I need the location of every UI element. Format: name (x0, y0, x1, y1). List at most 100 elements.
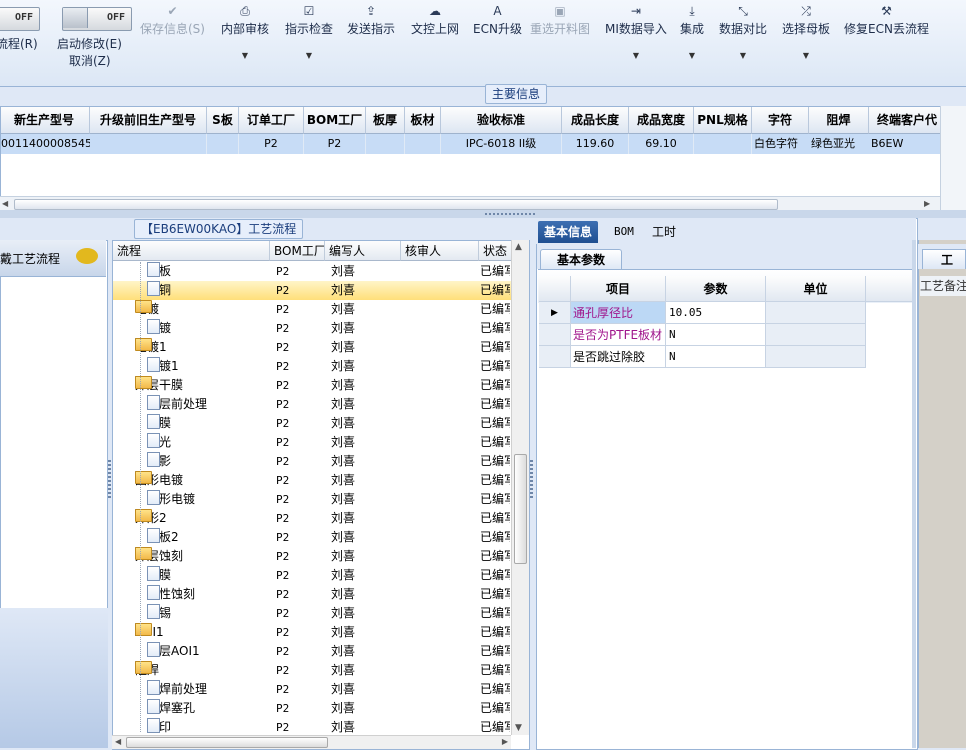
dropdown-arrow-icon[interactable]: ▼ (719, 51, 767, 60)
tree-row[interactable]: 贴膜 P2 刘喜 已编写 (113, 414, 511, 433)
dropdown-arrow-icon[interactable]: ▼ (782, 51, 830, 60)
tree-row[interactable]: 图形电镀 P2 刘喜 已编写 (113, 490, 511, 509)
tree-row[interactable]: −AOI1 P2 刘喜 已编写 (113, 623, 511, 642)
tree-row[interactable]: 退锡 P2 刘喜 已编写 (113, 604, 511, 623)
tree-node-name[interactable]: −外层蚀刻 (135, 547, 268, 566)
main-cell[interactable]: 白色字符 (752, 134, 811, 154)
param-unit-cell[interactable] (766, 346, 866, 368)
main-col-header[interactable]: 成品长度 (562, 107, 629, 134)
scroll-right-arrow-icon[interactable]: ▶ (924, 199, 934, 209)
scroll-up-arrow-icon[interactable]: ▲ (515, 242, 522, 252)
tree-row[interactable]: 板镀 P2 刘喜 已编写 (113, 319, 511, 338)
tree-node-name[interactable]: −AOI1 (135, 623, 268, 642)
tree-vertical-scrollbar[interactable]: ▲ ▼ (511, 240, 529, 735)
tree-node-name[interactable]: 曝光 (147, 433, 268, 452)
left-splitter-grip-icon[interactable] (108, 460, 111, 500)
main-col-header[interactable]: 验收标准 (441, 107, 562, 134)
tree-row[interactable]: 板镀1 P2 刘喜 已编写 (113, 357, 511, 376)
tree-scroll-right-icon[interactable]: ▶ (502, 737, 508, 746)
tree-node-name[interactable]: 外层前处理 (147, 395, 268, 414)
toolbar-button-10[interactable]: ⤡ 数据对比 ▼ (719, 2, 767, 60)
dropdown-arrow-icon[interactable]: ▼ (221, 51, 269, 60)
toolbar-button-2[interactable]: ⎙ 内部审核 ▼ (221, 2, 269, 60)
param-col-header[interactable]: 单位 (766, 276, 866, 302)
tree-node-name[interactable]: −外形2 (135, 509, 268, 528)
toolbar-button-4[interactable]: ⇪ 发送指示 (347, 2, 395, 37)
cancel-button[interactable]: 取消(Z) (69, 52, 111, 69)
tree-node-name[interactable]: 阻焊前处理 (147, 680, 268, 699)
start-edit-button[interactable]: 启动修改(E) (57, 35, 122, 52)
tree-horizontal-scrollbar[interactable]: ◀ ▶ (112, 735, 511, 749)
tree-row[interactable]: 外层AOI1 P2 刘喜 已编写 (113, 642, 511, 661)
tree-node-name[interactable]: 铣板2 (147, 528, 268, 547)
main-cell[interactable]: 0011400008545 (1, 134, 92, 154)
tree-node-name[interactable]: 贴膜 (147, 414, 268, 433)
main-col-header[interactable]: 成品宽度 (629, 107, 694, 134)
toolbar-button-6[interactable]: A ECN升级 (473, 2, 522, 37)
param-item-cell[interactable]: 是否为PTFE板材 (571, 324, 666, 346)
tree-col-header[interactable]: BOM工厂 (270, 241, 325, 261)
tree-node-name[interactable]: −图形电镀 (135, 471, 268, 490)
scroll-down-arrow-icon[interactable]: ▼ (515, 723, 522, 733)
tree-row[interactable]: 碱性蚀刻 P2 刘喜 已编写 (113, 585, 511, 604)
tree-node-name[interactable]: 烘板 (147, 262, 268, 281)
tree-node-name[interactable]: 退锡 (147, 604, 268, 623)
param-unit-cell[interactable] (766, 324, 866, 346)
toolbar-button-5[interactable]: ☁ 文控上网 (411, 2, 459, 37)
tab-basic-params[interactable]: 基本参数 (540, 249, 623, 270)
scroll-left-arrow-icon[interactable]: ◀ (2, 199, 12, 209)
main-col-header[interactable]: 板材 (405, 107, 441, 134)
param-value-cell[interactable]: N (666, 324, 766, 346)
main-cell[interactable]: P2 (304, 134, 366, 154)
main-cell[interactable] (207, 134, 239, 154)
tree-node-name[interactable]: 外层AOI1 (147, 642, 268, 661)
param-col-header[interactable] (866, 276, 914, 302)
toggle-switch-1[interactable]: OFF (0, 7, 40, 31)
main-col-header[interactable]: 板厚 (366, 107, 405, 134)
tree-node-name[interactable]: −阻焊 (135, 661, 268, 680)
main-col-header[interactable]: PNL规格 (694, 107, 752, 134)
tree-row[interactable]: −阻焊 P2 刘喜 已编写 (113, 661, 511, 680)
tree-node-name[interactable]: −外层干膜 (135, 376, 268, 395)
main-cell[interactable]: 绿色亚光 (809, 134, 871, 154)
main-col-header[interactable]: 新生产型号 (1, 107, 90, 134)
param-item-cell[interactable]: 是否跳过除胶 (571, 346, 666, 368)
main-col-header[interactable]: 订单工厂 (239, 107, 304, 134)
tree-node-name[interactable]: 沉铜 (147, 281, 268, 300)
main-col-header[interactable]: 字符 (752, 107, 809, 134)
toolbar-button-7[interactable]: ▣ 重选开料图 (530, 2, 590, 37)
dropdown-arrow-icon[interactable]: ▼ (680, 51, 704, 60)
horizontal-splitter[interactable] (0, 210, 966, 218)
tree-node-name[interactable]: 显影 (147, 452, 268, 471)
tree-row[interactable]: 退膜 P2 刘喜 已编写 (113, 566, 511, 585)
tree-row[interactable]: −外层蚀刻 P2 刘喜 已编写 (113, 547, 511, 566)
toolbar-button-8[interactable]: ⇥ MI数据导入 ▼ (605, 2, 667, 60)
main-cell[interactable] (694, 134, 752, 154)
tree-col-header[interactable]: 流程 (113, 241, 270, 261)
speech-bubble-icon[interactable] (76, 248, 98, 264)
param-item-cell[interactable]: 通孔厚径比 (571, 302, 666, 324)
tree-node-name[interactable]: 板镀 (147, 319, 268, 338)
flow-menu-item[interactable]: 流程(R) (0, 35, 38, 52)
param-unit-cell[interactable] (766, 302, 866, 324)
main-col-header[interactable]: S板 (207, 107, 239, 134)
tree-row[interactable]: −图形电镀 P2 刘喜 已编写 (113, 471, 511, 490)
main-col-header[interactable]: 升级前旧生产型号 (90, 107, 207, 134)
tree-node-name[interactable]: 图形电镀 (147, 490, 268, 509)
tab-process[interactable]: 工 (922, 249, 966, 269)
toolbar-button-9[interactable]: ⤓ 集成 ▼ (680, 2, 704, 60)
tree-hscroll-thumb[interactable] (126, 737, 328, 748)
main-cell[interactable]: IPC-6018 II级 (441, 134, 562, 154)
tab-bom[interactable]: BOM (608, 221, 640, 243)
tree-row[interactable]: 烘板 P2 刘喜 已编写 (113, 262, 511, 281)
scroll-thumb[interactable] (14, 199, 778, 210)
tree-row[interactable]: 阻焊前处理 P2 刘喜 已编写 (113, 680, 511, 699)
param-col-header[interactable]: 项目 (571, 276, 666, 302)
main-cell[interactable] (366, 134, 405, 154)
tree-col-header[interactable]: 编写人 (325, 241, 401, 261)
main-cell[interactable]: B6EW (869, 134, 941, 154)
toggle-switch-2[interactable]: OFF (62, 7, 132, 31)
tree-row[interactable]: −电镀1 P2 刘喜 已编写 (113, 338, 511, 357)
tree-row[interactable]: −外形2 P2 刘喜 已编写 (113, 509, 511, 528)
tree-scroll-left-icon[interactable]: ◀ (115, 737, 121, 746)
